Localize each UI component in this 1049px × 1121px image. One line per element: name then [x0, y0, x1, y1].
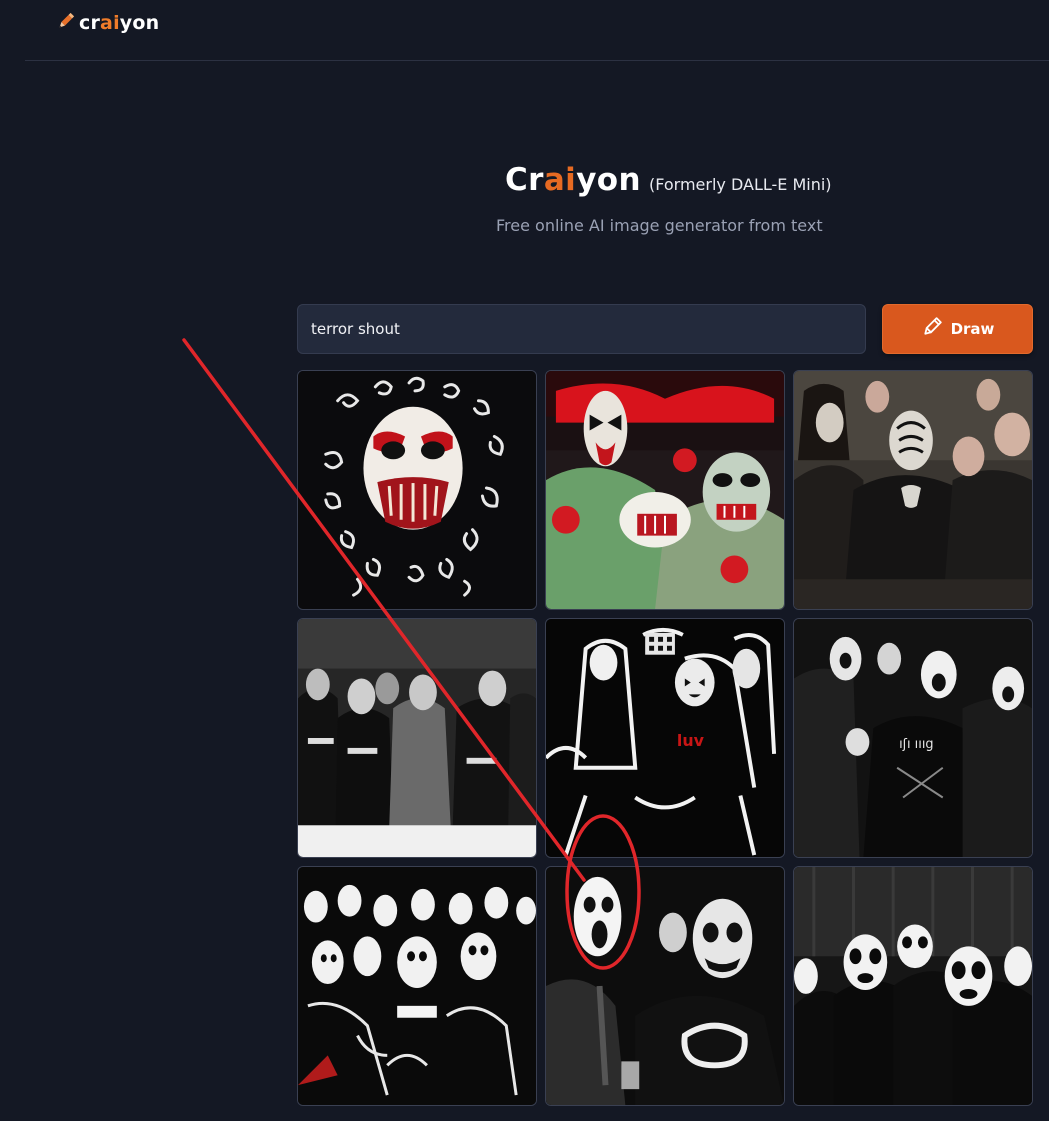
generated-image-2[interactable] — [545, 370, 785, 610]
draw-button[interactable]: Draw — [882, 304, 1033, 354]
generated-image-3[interactable] — [793, 370, 1033, 610]
generated-image-8[interactable] — [545, 866, 785, 1106]
generated-image-4[interactable] — [297, 618, 537, 858]
top-bar: craiyon — [0, 0, 1049, 60]
shirt-text: ıʃı ıııց — [899, 737, 933, 752]
pencil-icon — [56, 11, 76, 35]
page-title: Craiyon (Formerly DALL-E Mini) — [505, 162, 832, 198]
draw-button-label: Draw — [950, 320, 995, 338]
svg-text:luv: luv — [677, 731, 705, 750]
image-grid: luv ıʃı ıııց — [297, 370, 1033, 1106]
pencil-icon — [921, 316, 943, 342]
page-subtitle: Free online AI image generator from text — [496, 216, 823, 235]
logo[interactable]: craiyon — [56, 10, 159, 36]
header-divider — [25, 60, 1049, 61]
prompt-input[interactable] — [297, 304, 866, 354]
generated-image-5[interactable]: luv — [545, 618, 785, 858]
generated-image-9[interactable] — [793, 866, 1033, 1106]
generated-image-6[interactable]: ıʃı ıııց — [793, 618, 1033, 858]
app-page: craiyon Craiyon (Formerly DALL-E Mini) F… — [0, 0, 1049, 1121]
logo-text: craiyon — [79, 12, 160, 34]
formerly-label: (Formerly DALL-E Mini) — [648, 175, 832, 194]
generated-image-1[interactable] — [297, 370, 537, 610]
brand-name: Craiyon — [505, 162, 641, 198]
generated-image-7[interactable] — [297, 866, 537, 1106]
